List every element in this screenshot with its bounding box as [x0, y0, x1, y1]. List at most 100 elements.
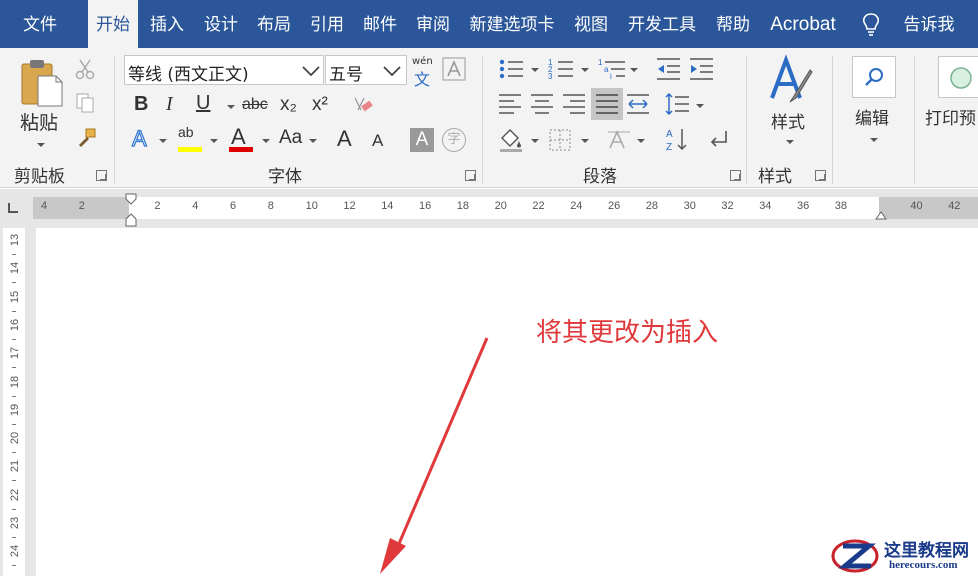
ruler-number: 34 [759, 200, 772, 212]
lightbulb-icon[interactable] [860, 12, 882, 38]
tab-layout[interactable]: 布局 [249, 0, 299, 48]
underline-dropdown-caret[interactable] [227, 105, 235, 109]
horizontal-ruler[interactable]: 4 2 2 4 6 8 10 12 14 16 18 20 22 24 26 28 30 32 34 36 38 40 42… [33, 193, 978, 227]
chinese-layout-dropdown-caret[interactable] [637, 139, 645, 143]
decrease-indent-icon[interactable] [655, 57, 681, 81]
tab-acrobat[interactable]: Acrobat [762, 0, 844, 48]
numbering-icon[interactable]: 123 [548, 57, 574, 81]
chevron-down-icon [302, 66, 320, 77]
group-separator [832, 56, 833, 184]
character-border-icon[interactable] [442, 57, 466, 81]
right-indent-marker[interactable] [874, 207, 888, 221]
tab-view[interactable]: 视图 [566, 0, 616, 48]
ruler-number: 28 [645, 200, 659, 212]
annotation-text: 将其更改为插入 [536, 318, 719, 348]
ruler-number: 30 [683, 200, 696, 212]
print-preview-button-frame[interactable] [938, 56, 978, 98]
grow-font-button[interactable]: A [337, 126, 352, 152]
highlight-dropdown-caret[interactable] [210, 139, 218, 143]
borders-dropdown-caret[interactable] [581, 139, 589, 143]
text-effects-dropdown-caret[interactable] [159, 139, 167, 143]
editing-button-label[interactable]: 编辑 [855, 104, 889, 129]
strikethrough-button[interactable]: abc [242, 96, 268, 114]
vertical-ruler[interactable]: 13 14 15 16 17 18 19 20 21 22 23 24 [3, 228, 25, 576]
tab-stop-selector[interactable] [8, 203, 18, 213]
tab-file[interactable]: 文件 [12, 0, 68, 48]
vertical-ruler-number: 24 [9, 545, 21, 558]
font-name-dropdown[interactable]: 等线 (西文正文) [124, 55, 324, 85]
vertical-ruler-tick [12, 508, 16, 510]
ruler-number: 42 [948, 200, 961, 212]
vertical-ruler-number: 23 [9, 516, 21, 530]
highlight-button[interactable]: ab [178, 124, 194, 140]
tab-mailings[interactable]: 邮件 [355, 0, 405, 48]
print-preview-label[interactable]: 打印预 [925, 104, 976, 129]
tab-review[interactable]: 审阅 [408, 0, 458, 48]
indent-markers[interactable] [124, 193, 138, 227]
tab-references[interactable]: 引用 [302, 0, 352, 48]
font-dialog-launcher[interactable] [465, 170, 476, 181]
paste-label[interactable]: 粘贴 [20, 108, 58, 135]
clear-formatting-icon[interactable] [352, 93, 374, 115]
cut-icon[interactable] [74, 58, 96, 80]
search-icon [865, 68, 883, 86]
document-page[interactable] [36, 228, 978, 576]
shrink-font-button[interactable]: A [372, 131, 383, 151]
shading-icon[interactable] [498, 126, 524, 152]
paragraph-dialog-launcher[interactable] [730, 170, 741, 181]
tab-design[interactable]: 设计 [196, 0, 246, 48]
increase-indent-icon[interactable] [688, 57, 714, 81]
subscript-button[interactable]: x₂ [280, 94, 297, 116]
clipboard-group-label: 剪贴板 [14, 167, 65, 187]
tab-insert[interactable]: 插入 [142, 0, 192, 48]
line-spacing-icon[interactable] [664, 91, 690, 117]
tab-developer[interactable]: 开发工具 [620, 0, 704, 48]
copy-icon[interactable] [74, 92, 96, 114]
preview-icon [950, 67, 972, 89]
tab-new-tab[interactable]: 新建选项卡 [462, 0, 562, 48]
bullets-icon[interactable] [498, 57, 524, 81]
sort-icon[interactable]: A Z [664, 126, 690, 152]
show-hide-marks-icon[interactable] [706, 128, 730, 152]
enclose-characters-button[interactable]: 字 [442, 128, 466, 152]
tab-home[interactable]: 开始 [88, 0, 138, 50]
styles-dialog-launcher[interactable] [815, 170, 826, 181]
tell-me-search[interactable]: 告诉我 [894, 0, 964, 48]
styles-button-label[interactable]: 样式 [771, 108, 805, 133]
group-separator [114, 56, 115, 184]
chinese-layout-icon[interactable] [606, 128, 632, 152]
line-spacing-dropdown-caret[interactable] [696, 104, 704, 108]
align-right-icon[interactable] [562, 93, 586, 115]
text-effects-button[interactable]: A [131, 125, 147, 152]
paste-dropdown-caret[interactable] [37, 143, 45, 147]
paragraph-group-label: 段落 [583, 167, 617, 187]
font-color-dropdown-caret[interactable] [262, 139, 270, 143]
italic-button[interactable]: I [166, 93, 173, 116]
change-case-button[interactable]: Aa [279, 127, 302, 149]
phonetic-guide-icon[interactable]: 文 [414, 66, 430, 90]
bold-button[interactable]: B [134, 93, 148, 116]
shading-dropdown-caret[interactable] [531, 139, 539, 143]
clipboard-dialog-launcher[interactable] [96, 170, 107, 181]
superscript-button[interactable]: x² [312, 94, 328, 116]
multilevel-list-dropdown-caret[interactable] [630, 68, 638, 72]
styles-icon[interactable] [766, 54, 816, 108]
change-case-dropdown-caret[interactable] [309, 139, 317, 143]
numbering-dropdown-caret[interactable] [581, 68, 589, 72]
justify-button[interactable] [591, 88, 623, 120]
bullets-dropdown-caret[interactable] [531, 68, 539, 72]
character-shading-button[interactable]: A [410, 128, 434, 152]
align-center-icon[interactable] [530, 93, 554, 115]
styles-dropdown-caret[interactable] [786, 140, 794, 144]
align-left-icon[interactable] [498, 93, 522, 115]
font-size-dropdown[interactable]: 五号 [325, 55, 407, 85]
underline-button[interactable]: U [196, 92, 210, 115]
borders-icon[interactable] [548, 128, 572, 152]
editing-dropdown-caret[interactable] [870, 138, 878, 142]
format-painter-icon[interactable] [74, 126, 98, 150]
find-button-frame[interactable] [852, 56, 896, 98]
tab-help[interactable]: 帮助 [708, 0, 758, 48]
multilevel-list-icon[interactable]: 1ai [598, 57, 626, 81]
distributed-icon[interactable] [626, 93, 650, 115]
paste-icon[interactable] [18, 58, 66, 110]
